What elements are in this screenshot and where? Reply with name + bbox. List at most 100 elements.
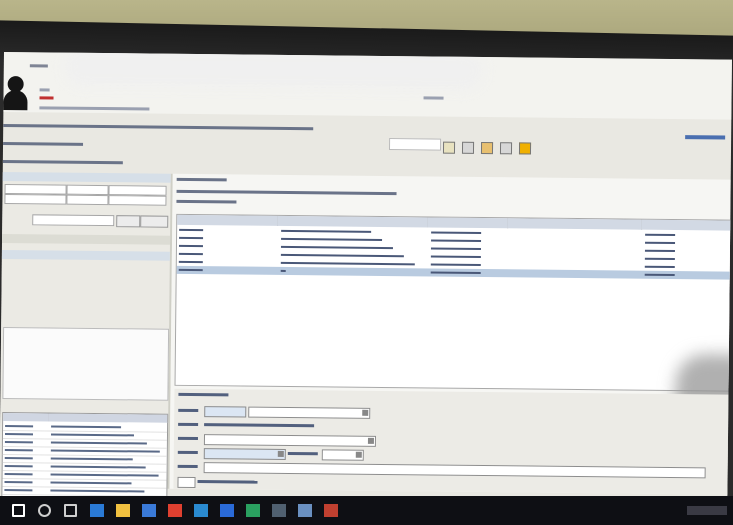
- table-cell: [50, 449, 160, 453]
- left-result-header: [1, 249, 170, 261]
- column-header[interactable]: [507, 218, 643, 230]
- filter-field-5[interactable]: [66, 194, 109, 206]
- select-field-3[interactable]: [321, 449, 364, 461]
- column-header[interactable]: [641, 219, 732, 231]
- breadcrumb: [3, 120, 731, 138]
- left-result-area[interactable]: [2, 327, 170, 401]
- search-button[interactable]: [116, 215, 141, 228]
- photos-icon[interactable]: [194, 504, 208, 517]
- table-cell: [4, 441, 33, 444]
- avatar[interactable]: [3, 76, 28, 116]
- store-icon[interactable]: [142, 504, 156, 517]
- column-header[interactable]: [277, 215, 429, 228]
- filter-field-1[interactable]: [4, 184, 67, 195]
- table-cell: [645, 233, 676, 237]
- edge-icon[interactable]: [90, 504, 104, 517]
- table-cell: [280, 253, 404, 258]
- left-subheader: [1, 233, 171, 245]
- record-info: [176, 189, 397, 196]
- toolbar-icon-5[interactable]: [519, 142, 532, 155]
- toolbar: [442, 139, 534, 159]
- toolbar-icon-1[interactable]: [442, 141, 456, 154]
- select-field[interactable]: [248, 406, 371, 419]
- table-cell: [50, 465, 146, 469]
- table-cell: [430, 263, 481, 267]
- column-header[interactable]: [48, 413, 169, 423]
- chevron-down-icon: [277, 450, 284, 457]
- app-blue-icon[interactable]: [220, 504, 234, 517]
- left-panel-header: [2, 171, 171, 183]
- screen: [0, 52, 732, 504]
- toolbar-icon-2[interactable]: [462, 141, 475, 154]
- table-cell: [51, 425, 122, 429]
- toolbar-icon-3[interactable]: [481, 142, 494, 155]
- table-cell: [50, 433, 135, 437]
- breadcrumb-sub[interactable]: [3, 141, 84, 146]
- table-cell: [280, 269, 286, 272]
- search-input[interactable]: [32, 214, 115, 227]
- app-photo-icon[interactable]: [298, 504, 312, 517]
- system-tray[interactable]: [687, 506, 727, 515]
- date-field[interactable]: [204, 406, 247, 418]
- filter-field-4[interactable]: [4, 194, 67, 205]
- table-cell: [178, 268, 203, 272]
- table-cell: [4, 449, 33, 452]
- detail-form: [173, 388, 729, 495]
- app-dark-icon[interactable]: [272, 504, 286, 517]
- header-user-link[interactable]: [39, 106, 150, 111]
- app-red-icon[interactable]: [324, 504, 338, 517]
- breadcrumb-path[interactable]: [3, 123, 314, 131]
- search-icon[interactable]: [38, 504, 51, 517]
- top-right-link[interactable]: [685, 135, 726, 140]
- header-link[interactable]: [423, 96, 444, 100]
- chevron-down-icon: [367, 437, 374, 444]
- file-explorer-icon[interactable]: [116, 504, 130, 517]
- right-panel: [169, 173, 732, 495]
- small-field[interactable]: [177, 476, 196, 489]
- right-panel-title: [176, 177, 227, 182]
- table-cell: [281, 229, 372, 233]
- text-field[interactable]: [203, 434, 377, 447]
- column-header[interactable]: [177, 214, 279, 226]
- filter-field-3[interactable]: [108, 185, 167, 196]
- filter-field-2[interactable]: [66, 184, 109, 196]
- left-panel: [0, 171, 173, 504]
- table-cell: [645, 241, 676, 245]
- clear-button[interactable]: [140, 215, 169, 228]
- table-cell: [4, 457, 33, 460]
- table-cell: [5, 425, 34, 428]
- form-label: [178, 422, 199, 427]
- table-cell: [178, 252, 203, 256]
- chevron-down-icon: [355, 451, 362, 458]
- task-view-icon[interactable]: [64, 504, 77, 517]
- toolbar-search-input[interactable]: [388, 138, 442, 151]
- table-cell: [644, 265, 675, 269]
- record-sub-info: [176, 199, 237, 204]
- header-text: [39, 88, 50, 92]
- table-cell: [4, 489, 33, 492]
- app-green-icon[interactable]: [246, 504, 260, 517]
- toolbar-icon-4[interactable]: [500, 142, 513, 155]
- form-value: [197, 480, 258, 484]
- long-text-field[interactable]: [203, 462, 706, 479]
- table-cell: [644, 273, 675, 277]
- column-header[interactable]: [3, 413, 50, 422]
- form-title: [178, 392, 229, 397]
- blurred-region: [63, 52, 485, 92]
- left-history-table: [0, 412, 169, 504]
- filter-field-6[interactable]: [108, 195, 167, 206]
- chrome-icon[interactable]: [168, 504, 182, 517]
- data-grid: [174, 213, 732, 392]
- chevron-down-icon: [362, 409, 369, 416]
- table-cell: [430, 247, 481, 251]
- table-cell: [430, 271, 481, 275]
- table-cell: [431, 239, 482, 243]
- table-cell: [178, 244, 203, 248]
- table-cell: [280, 245, 393, 250]
- select-field-2[interactable]: [203, 448, 286, 460]
- table-cell: [50, 489, 145, 493]
- column-header[interactable]: [427, 217, 509, 229]
- windows-start-icon[interactable]: [12, 504, 25, 517]
- table-cell: [280, 261, 415, 266]
- table-cell: [4, 465, 33, 468]
